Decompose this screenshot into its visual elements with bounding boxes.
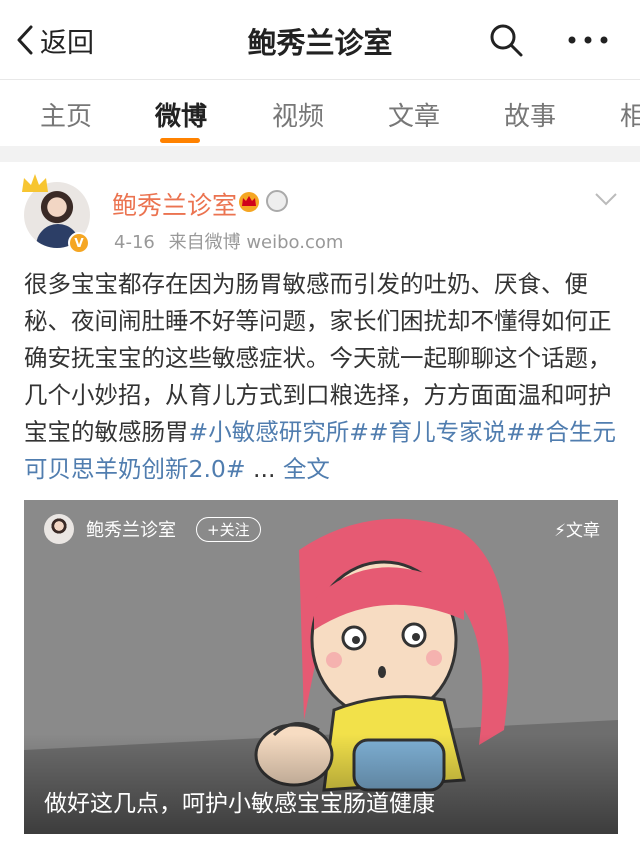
weibo-post: V 鲍秀兰诊室 4-16 来自微博 weibo.com 很多宝宝都存在因为肠胃敏… [0, 162, 640, 849]
article-type-label: ⚡文章 [554, 516, 600, 541]
hashtag-link[interactable]: #育儿专家说# [369, 418, 526, 446]
article-title[interactable]: 做好这几点，呵护小敏感宝宝肠道健康 [44, 784, 435, 818]
tab-video[interactable]: 视频 [272, 96, 324, 133]
crown-icon [22, 174, 48, 192]
chevron-down-icon[interactable] [594, 192, 618, 206]
tab-album[interactable]: 相 [620, 96, 640, 133]
post-meta: 4-16 来自微博 weibo.com [114, 228, 351, 254]
lightning-icon: ⚡ [554, 521, 566, 541]
search-icon[interactable] [488, 22, 524, 58]
verified-icon: V [68, 232, 90, 254]
post-text: 很多宝宝都存在因为肠胃敏感而引发的吐奶、厌食、便秘、夜间闹肚睡不好等问题，家长们… [24, 266, 620, 488]
more-icon[interactable] [566, 22, 610, 58]
full-text-link[interactable]: 全文 [283, 455, 330, 483]
author-name[interactable]: 鲍秀兰诊室 [112, 186, 237, 222]
hashtag-link[interactable]: #小敏感研究所# [189, 418, 369, 446]
article-type-text: 文章 [566, 521, 600, 541]
tab-bar: 主页 微博 视频 文章 故事 相 [0, 80, 640, 146]
follow-button[interactable]: +关注 [196, 516, 261, 542]
tab-weibo[interactable]: 微博 [155, 96, 207, 133]
post-date: 4-16 [114, 232, 155, 253]
tab-home[interactable]: 主页 [40, 96, 92, 133]
vip-crown-icon[interactable] [236, 190, 262, 212]
card-author-name[interactable]: 鲍秀兰诊室 [86, 516, 176, 542]
page-title: 鲍秀兰诊室 [247, 26, 393, 60]
article-card[interactable]: 鲍秀兰诊室 +关注 ⚡文章 做好这几点，呵护小敏感宝宝肠道健康 [24, 500, 618, 834]
medal-icon[interactable] [266, 190, 288, 212]
top-bar: 返回 鲍秀兰诊室 [0, 0, 640, 80]
section-divider [0, 146, 640, 162]
card-header: 鲍秀兰诊室 +关注 [44, 514, 261, 544]
tab-article[interactable]: 文章 [388, 96, 440, 133]
ellipsis: ... [245, 455, 283, 483]
tab-story[interactable]: 故事 [504, 96, 556, 133]
post-source: 来自微博 weibo.com [168, 232, 344, 253]
card-avatar[interactable] [44, 514, 74, 544]
active-tab-indicator [160, 138, 200, 143]
